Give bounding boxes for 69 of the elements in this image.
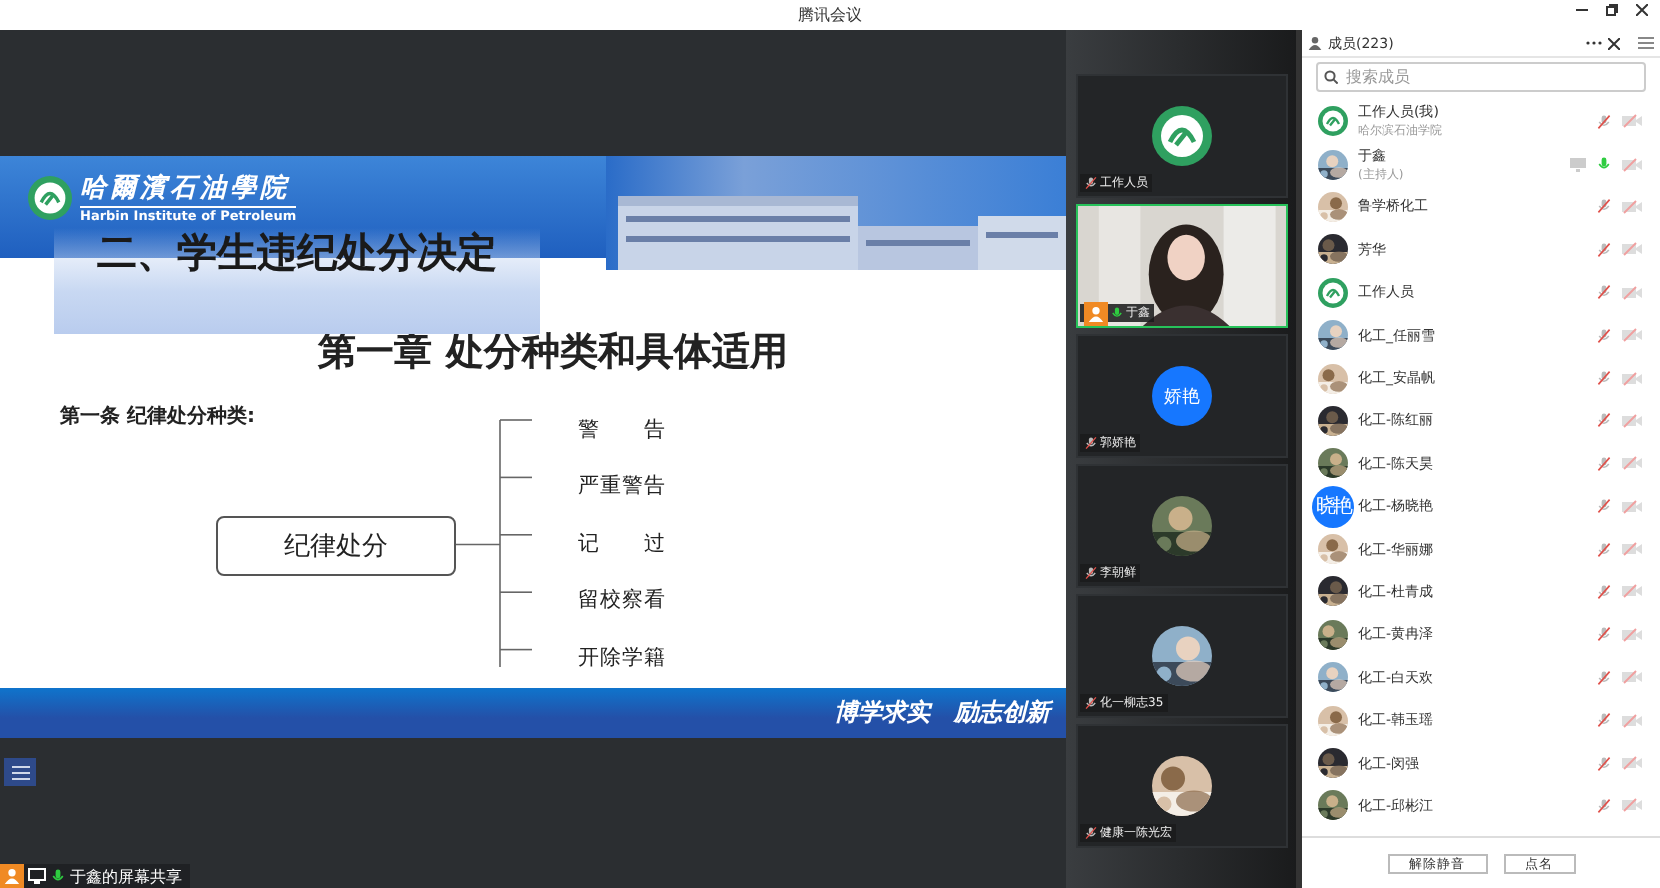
- close-icon[interactable]: [1608, 37, 1620, 49]
- camera-off-icon[interactable]: [1622, 627, 1642, 642]
- muted-microphone-icon[interactable]: [1596, 626, 1612, 643]
- penalty-item: 记 过: [576, 529, 668, 560]
- close-icon[interactable]: [1636, 4, 1648, 16]
- muted-microphone-icon[interactable]: [1596, 284, 1612, 301]
- camera-off-icon[interactable]: [1622, 157, 1642, 172]
- camera-off-icon[interactable]: [1622, 285, 1642, 300]
- share-text: 于鑫的屏幕共享: [70, 865, 182, 887]
- logo-icon: [28, 175, 72, 219]
- muted-microphone-icon[interactable]: [1084, 696, 1098, 710]
- person-icon: [1308, 36, 1322, 50]
- menu-icon[interactable]: [1638, 36, 1654, 50]
- muted-microphone-icon[interactable]: [1596, 455, 1612, 472]
- muted-microphone-icon[interactable]: [1596, 583, 1612, 600]
- logo-icon: [1152, 106, 1212, 166]
- camera-off-icon[interactable]: [1622, 456, 1642, 471]
- article-label: 第一条 纪律处分种类:: [60, 403, 255, 431]
- muted-microphone-icon[interactable]: [1596, 198, 1612, 215]
- restore-icon[interactable]: [1606, 4, 1618, 16]
- muted-microphone-icon[interactable]: [1596, 797, 1612, 814]
- search-icon: [1324, 70, 1338, 84]
- muted-microphone-icon[interactable]: [1596, 327, 1612, 344]
- muted-microphone-icon[interactable]: [1596, 755, 1612, 772]
- camera-off-icon[interactable]: [1622, 199, 1642, 214]
- microphone-icon[interactable]: [50, 868, 66, 884]
- muted-microphone-icon[interactable]: [1596, 113, 1612, 130]
- penalty-item: 严重警告: [576, 472, 668, 503]
- muted-microphone-icon[interactable]: [1084, 436, 1098, 450]
- camera-off-icon[interactable]: [1622, 499, 1642, 514]
- camera-off-icon[interactable]: [1622, 328, 1642, 343]
- avatar: 晓艳: [1312, 485, 1354, 528]
- muted-microphone-icon[interactable]: [1084, 826, 1098, 840]
- muted-microphone-icon[interactable]: [1596, 370, 1612, 387]
- chapter-title: 第一章 处分种类和具体适用: [318, 328, 788, 379]
- penalty-item: 开除学籍: [576, 643, 668, 674]
- muted-microphone-icon[interactable]: [1596, 712, 1612, 729]
- minimize-icon[interactable]: [1576, 4, 1588, 16]
- screen-share-icon: [28, 868, 46, 884]
- muted-microphone-icon[interactable]: [1596, 669, 1612, 686]
- penalty-item: 留校察看: [576, 586, 668, 617]
- penalty-item: 警 告: [576, 415, 668, 446]
- camera-off-icon[interactable]: [1622, 242, 1642, 257]
- camera-off-icon[interactable]: [1622, 713, 1642, 728]
- muted-microphone-icon[interactable]: [1084, 176, 1098, 190]
- category-box: 纪律处分: [216, 515, 456, 576]
- muted-microphone-icon[interactable]: [1084, 566, 1098, 580]
- camera-off-icon[interactable]: [1622, 798, 1642, 813]
- menu-button[interactable]: [4, 758, 36, 786]
- microphone-icon[interactable]: [1110, 306, 1124, 320]
- avatar: 娇艳: [1152, 366, 1212, 426]
- camera-off-icon[interactable]: [1622, 584, 1642, 599]
- camera-off-icon[interactable]: [1622, 413, 1642, 428]
- logo-icon: [1318, 277, 1348, 308]
- camera-off-icon[interactable]: [1622, 542, 1642, 557]
- logo-icon: [1318, 106, 1348, 137]
- search-field[interactable]: 搜索成员: [1316, 62, 1646, 92]
- camera-off-icon[interactable]: [1622, 756, 1642, 771]
- muted-microphone-icon[interactable]: [1596, 541, 1612, 558]
- motto: 博学求实 励志创新: [834, 695, 1050, 730]
- muted-microphone-icon[interactable]: [1596, 241, 1612, 258]
- more-icon[interactable]: [1586, 40, 1602, 46]
- muted-microphone-icon[interactable]: [1596, 498, 1612, 515]
- window-title: 腾讯会议: [798, 4, 862, 26]
- camera-off-icon[interactable]: [1622, 670, 1642, 685]
- camera-off-icon[interactable]: [1622, 114, 1642, 129]
- school-name: 哈爾濱石油學院: [80, 171, 292, 206]
- camera-off-icon[interactable]: [1622, 371, 1642, 386]
- muted-microphone-icon[interactable]: [1596, 412, 1612, 429]
